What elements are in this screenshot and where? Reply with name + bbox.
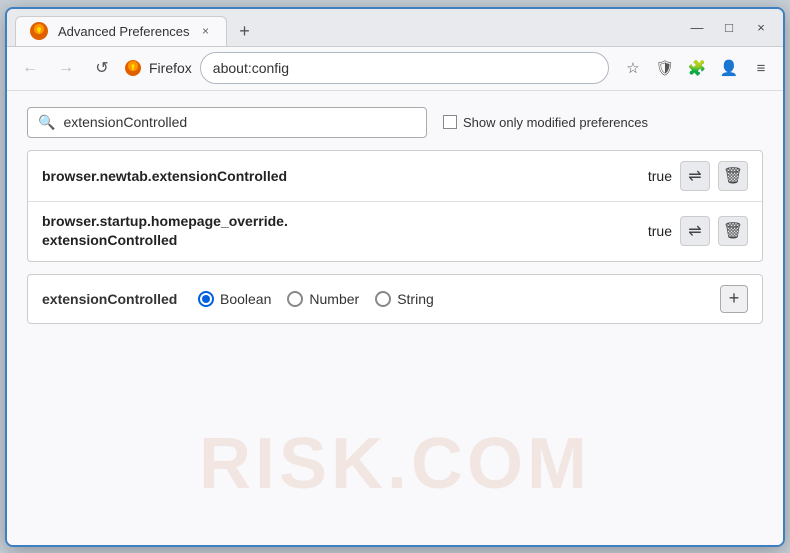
new-pref-name: extensionControlled <box>42 291 182 307</box>
search-bar: 🔍 Show only modified preferences <box>27 107 763 138</box>
search-input[interactable] <box>63 114 416 130</box>
show-modified-option[interactable]: Show only modified preferences <box>443 115 648 130</box>
add-preference-button[interactable]: + <box>720 285 748 313</box>
extension-icon[interactable]: 🧩 <box>683 54 711 82</box>
trash-icon-2: 🗑 <box>723 221 743 241</box>
pref-value-1: true <box>648 168 672 184</box>
forward-button[interactable]: → <box>51 53 81 83</box>
bookmark-icon[interactable]: ☆ <box>619 54 647 82</box>
minimize-button[interactable]: — <box>683 13 711 41</box>
number-label: Number <box>309 291 359 307</box>
title-bar: Advanced Preferences × + — □ × <box>7 9 783 47</box>
watermark: RISK.COM <box>199 423 591 505</box>
add-preference-row: extensionControlled Boolean Number Strin… <box>27 274 763 324</box>
browser-window: Advanced Preferences × + — □ × ← → ↺ Fir… <box>5 7 785 547</box>
profile-icon[interactable]: 👤 <box>715 54 743 82</box>
boolean-radio-option[interactable]: Boolean <box>198 291 271 307</box>
close-button[interactable]: × <box>747 13 775 41</box>
toggle-button-2[interactable]: ⇌ <box>680 216 710 246</box>
back-button[interactable]: ← <box>15 53 45 83</box>
table-row: browser.startup.homepage_override.extens… <box>28 202 762 261</box>
exchange-icon-1: ⇌ <box>688 166 701 186</box>
type-radio-group: Boolean Number String <box>198 291 704 307</box>
trash-icon-1: 🗑 <box>723 166 743 186</box>
show-modified-label: Show only modified preferences <box>463 115 648 130</box>
number-radio-option[interactable]: Number <box>287 291 359 307</box>
search-icon: 🔍 <box>38 114 55 131</box>
menu-icon[interactable]: ≡ <box>747 54 775 82</box>
tab-close-button[interactable]: × <box>198 23 214 39</box>
number-radio-circle <box>287 291 303 307</box>
tab-area: Advanced Preferences × + <box>15 9 683 46</box>
toggle-button-1[interactable]: ⇌ <box>680 161 710 191</box>
string-radio-option[interactable]: String <box>375 291 434 307</box>
new-tab-button[interactable]: + <box>231 18 259 46</box>
boolean-label: Boolean <box>220 291 271 307</box>
tab-title: Advanced Preferences <box>58 24 190 39</box>
pref-value-2: true <box>648 223 672 239</box>
table-row: browser.newtab.extensionControlled true … <box>28 151 762 202</box>
url-bar[interactable]: about:config <box>200 52 609 84</box>
show-modified-checkbox[interactable] <box>443 115 457 129</box>
boolean-radio-circle <box>198 291 214 307</box>
pref-name-1: browser.newtab.extensionControlled <box>42 168 640 184</box>
page-content: RISK.COM 🔍 Show only modified preference… <box>7 91 783 545</box>
tab-firefox-icon <box>28 20 50 42</box>
pref-name-2: browser.startup.homepage_override.extens… <box>42 212 640 251</box>
results-table: browser.newtab.extensionControlled true … <box>27 150 763 262</box>
string-radio-circle <box>375 291 391 307</box>
shield-icon[interactable]: 🛡 <box>651 54 679 82</box>
nav-bar: ← → ↺ Firefox about:config ☆ 🛡 🧩 👤 ≡ <box>7 47 783 91</box>
string-label: String <box>397 291 434 307</box>
maximize-button[interactable]: □ <box>715 13 743 41</box>
delete-button-1[interactable]: 🗑 <box>718 161 748 191</box>
reload-button[interactable]: ↺ <box>87 53 117 83</box>
firefox-logo-icon <box>123 58 143 78</box>
delete-button-2[interactable]: 🗑 <box>718 216 748 246</box>
exchange-icon-2: ⇌ <box>688 221 701 241</box>
window-controls: — □ × <box>683 13 775 41</box>
browser-name: Firefox <box>149 60 192 76</box>
search-input-wrap[interactable]: 🔍 <box>27 107 427 138</box>
nav-icons: ☆ 🛡 🧩 👤 ≡ <box>619 54 775 82</box>
url-text: about:config <box>213 60 596 76</box>
active-tab[interactable]: Advanced Preferences × <box>15 16 227 46</box>
